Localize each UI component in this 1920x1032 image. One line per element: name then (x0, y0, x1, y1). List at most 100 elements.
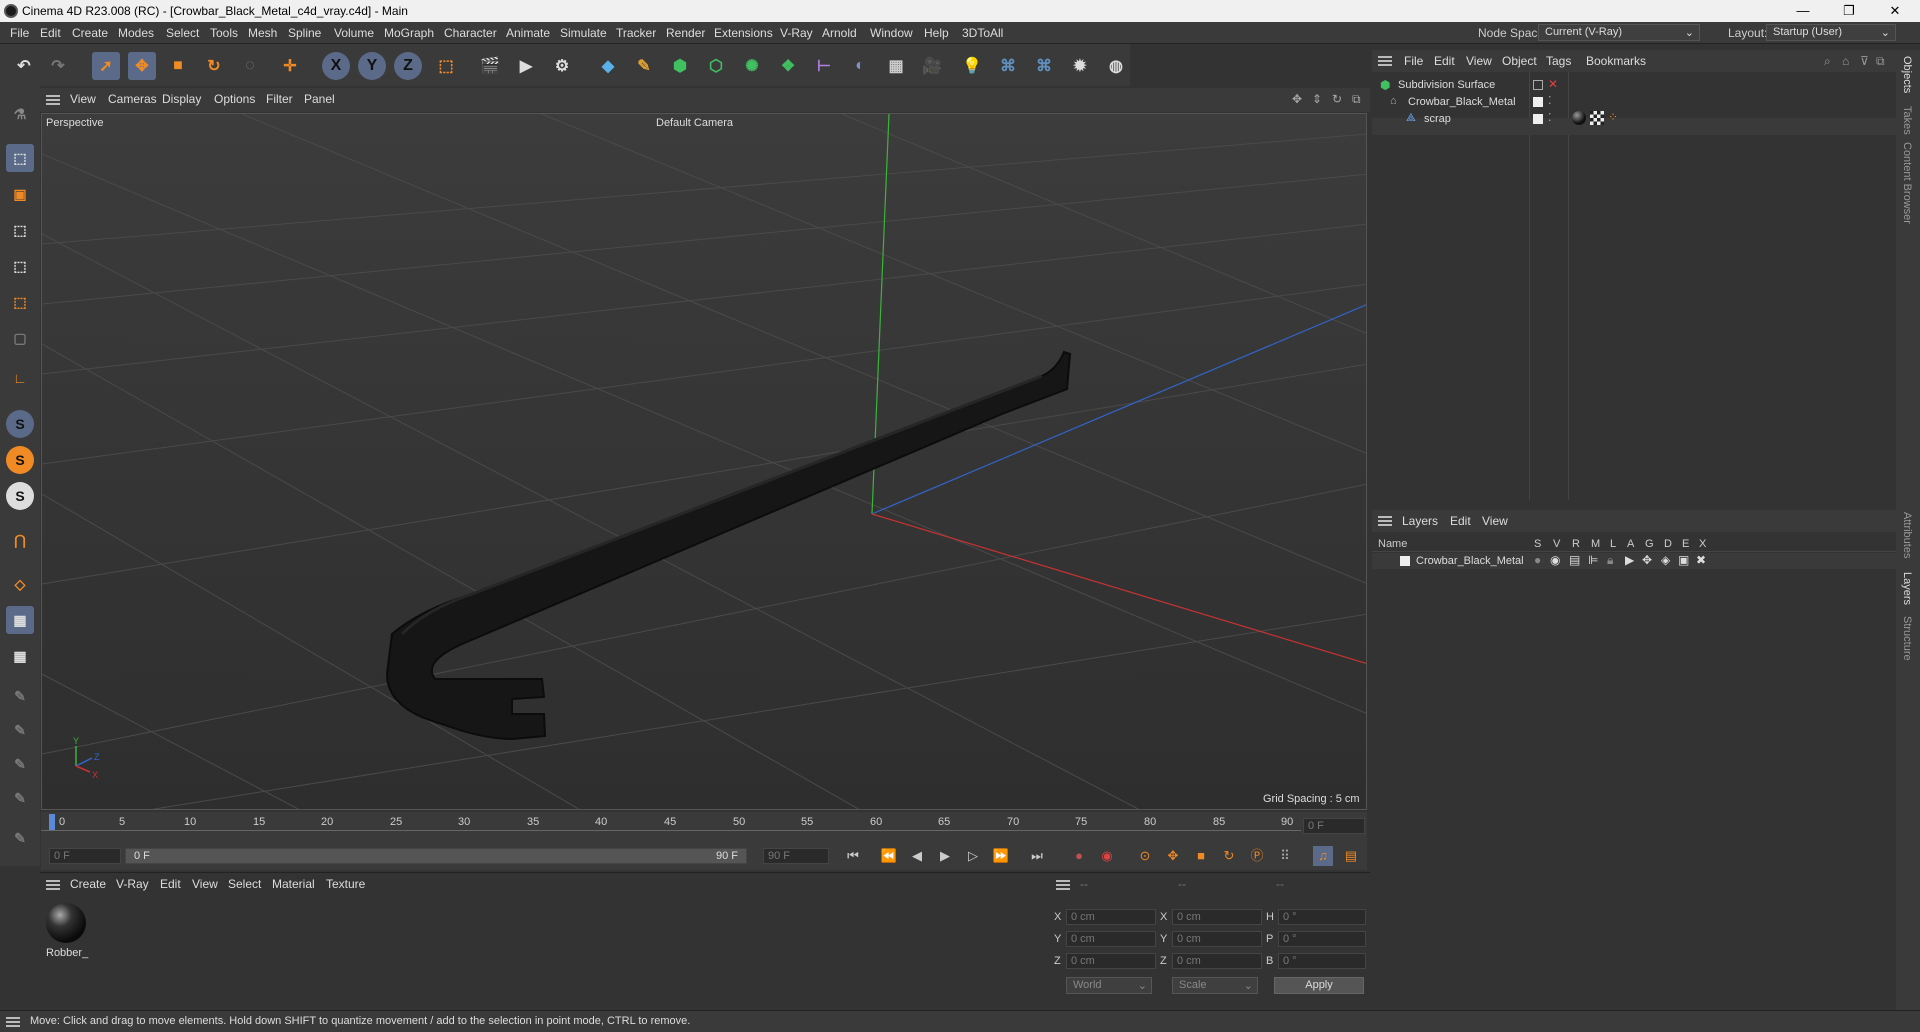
size-mode-select[interactable]: Scale ⌄ (1172, 977, 1258, 994)
subdivision-icon[interactable]: ⬢ (666, 52, 694, 80)
menu-tracker[interactable]: Tracker (616, 26, 656, 40)
grid-icon[interactable]: ▦ (6, 606, 34, 634)
camera-label[interactable]: Default Camera (656, 117, 733, 129)
brush-icon[interactable]: ✎ (6, 750, 34, 778)
maximize-view-icon[interactable]: ⧉ (1352, 92, 1361, 107)
viewport-filter-menu[interactable]: Filter (266, 92, 293, 106)
python-script-icon[interactable]: ⌘ (1030, 52, 1058, 80)
tab-layers[interactable]: Layers (1901, 572, 1913, 605)
layers-view-menu[interactable]: View (1482, 514, 1508, 528)
editor-visibility-toggle[interactable] (1533, 80, 1543, 90)
rotation-p-field[interactable] (1278, 931, 1366, 947)
scale-tool-icon[interactable]: ■ (164, 52, 192, 80)
objects-bookmarks-menu[interactable]: Bookmarks (1586, 54, 1646, 68)
menu-vray[interactable]: V-Ray (780, 26, 813, 40)
current-frame-field[interactable] (1303, 818, 1365, 834)
timeline-ruler[interactable]: 0 5 10 15 20 25 30 35 40 45 50 55 60 65 … (41, 812, 1367, 842)
coords-menu-icon[interactable] (1056, 880, 1070, 890)
record-keys-icon[interactable]: ● (1069, 846, 1089, 866)
menu-animate[interactable]: Animate (506, 26, 550, 40)
paint-icon[interactable]: ✎ (6, 716, 34, 744)
material-view-menu[interactable]: View (192, 877, 218, 891)
y-axis-lock-icon[interactable]: Y (358, 52, 386, 80)
play-icon[interactable]: ▶ (935, 846, 955, 866)
dope-sheet-icon[interactable]: ▤ (1341, 846, 1361, 866)
render-picture-viewer-icon[interactable]: ▶ (512, 52, 540, 80)
node-space-select[interactable]: Current (V-Ray) ⌄ (1538, 24, 1700, 41)
knife-icon[interactable]: ✎ (6, 824, 34, 852)
tab-takes[interactable]: Takes (1901, 106, 1913, 135)
layer-name[interactable]: Crowbar_Black_Metal (1416, 555, 1524, 567)
texture-mode-icon[interactable]: ▣ (6, 180, 34, 208)
points-mode-icon[interactable]: ⬚ (6, 216, 34, 244)
menu-arnold[interactable]: Arnold (822, 26, 857, 40)
deformers-icon[interactable]: ◈ (1661, 553, 1670, 567)
pan-view-icon[interactable]: ✥ (1292, 92, 1302, 106)
previous-key-icon[interactable]: ⏪ (879, 846, 899, 866)
manager-icon[interactable]: ⊫ (1588, 553, 1598, 567)
menu-volume[interactable]: Volume (334, 26, 374, 40)
visibility-dots-icon[interactable]: ⁚ (1548, 111, 1552, 124)
key-position-icon[interactable]: ✥ (1163, 846, 1183, 866)
vray-globe-icon[interactable]: ◍ (1102, 52, 1130, 80)
new-window-icon[interactable]: ⧉ (1876, 54, 1885, 69)
object-row-subdivision-surface[interactable]: Subdivision Surface (1398, 79, 1495, 91)
viewport-cameras-menu[interactable]: Cameras (108, 92, 157, 106)
size-x-field[interactable] (1172, 909, 1262, 925)
polygons-mode-icon[interactable]: ⬚ (6, 288, 34, 316)
mograph-icon[interactable]: ❖ (774, 52, 802, 80)
maximize-button[interactable]: ❐ (1826, 0, 1872, 22)
menu-select[interactable]: Select (166, 26, 199, 40)
menu-extensions[interactable]: Extensions (714, 26, 773, 40)
timeline-mode-icon[interactable]: ♫ (1313, 846, 1333, 866)
menu-edit[interactable]: Edit (40, 26, 61, 40)
transform-tool-icon[interactable]: ◌ (236, 52, 264, 80)
menu-help[interactable]: Help (924, 26, 949, 40)
render-view-icon[interactable]: 🎬 (476, 52, 504, 80)
light-icon[interactable]: 💡 (958, 52, 986, 80)
end-frame-field[interactable] (763, 848, 829, 864)
select-cursor-icon[interactable]: ➚ (92, 52, 120, 80)
viewport-panel-menu[interactable]: Panel (304, 92, 335, 106)
layout-select[interactable]: Startup (User) ⌄ (1766, 24, 1896, 41)
extrude-icon[interactable]: ⬡ (702, 52, 730, 80)
objects-tags-menu[interactable]: Tags (1546, 54, 1571, 68)
material-swatch[interactable]: Robber_ (44, 901, 88, 961)
objects-object-menu[interactable]: Object (1502, 54, 1537, 68)
material-edit-menu[interactable]: Edit (160, 877, 181, 891)
previous-frame-icon[interactable]: ◀ (907, 846, 927, 866)
layers-edit-menu[interactable]: Edit (1450, 514, 1471, 528)
search-icon[interactable]: ⌕ (1824, 54, 1831, 69)
coordinate-system-icon[interactable]: ⬚ (432, 52, 460, 80)
object-mode-icon[interactable]: ⬚ (6, 144, 34, 172)
key-selection-icon[interactable]: ⊙ (1135, 846, 1155, 866)
tab-objects[interactable]: Objects (1901, 56, 1913, 93)
expressions-icon[interactable]: ▣ (1678, 553, 1689, 567)
size-y-field[interactable] (1172, 931, 1262, 947)
layers-layers-menu[interactable]: Layers (1402, 514, 1438, 528)
menu-mesh[interactable]: Mesh (248, 26, 277, 40)
menu-spline[interactable]: Spline (288, 26, 321, 40)
menu-character[interactable]: Character (444, 26, 497, 40)
filter-icon[interactable]: ⊽ (1860, 54, 1869, 68)
rotate-tool-icon[interactable]: ↻ (200, 52, 228, 80)
move-view-icon[interactable]: ⇕ (1312, 92, 1322, 106)
layer-color-swatch[interactable] (1533, 114, 1543, 124)
position-x-field[interactable] (1066, 909, 1156, 925)
pen-spline-icon[interactable]: ✎ (630, 52, 658, 80)
layer-menu-icon[interactable] (1378, 516, 1392, 526)
camera-icon[interactable]: 🎥 (918, 52, 946, 80)
position-z-field[interactable] (1066, 953, 1156, 969)
sculpt-icon[interactable]: ✎ (6, 682, 34, 710)
magnet-icon[interactable]: ⋂ (6, 526, 34, 554)
go-to-start-icon[interactable]: ⏮ (843, 846, 863, 866)
key-pla-icon[interactable]: ⠿ (1275, 846, 1295, 866)
material-tag-icon[interactable] (1572, 111, 1586, 125)
menu-simulate[interactable]: Simulate (560, 26, 607, 40)
objects-view-menu[interactable]: View (1466, 54, 1492, 68)
deformer-icon[interactable]: ⊢ (810, 52, 838, 80)
redo-icon[interactable]: ↷ (44, 52, 72, 80)
layer-row[interactable]: Crowbar_Black_Metal ● ◉ ▤ ⊫ 🔒︎ ▶ ✥ ◈ ▣ ✖ (1372, 553, 1896, 569)
phong-tag-icon[interactable]: ⁘ (1608, 110, 1618, 124)
model-mode-icon[interactable]: ⚗ (6, 100, 34, 128)
